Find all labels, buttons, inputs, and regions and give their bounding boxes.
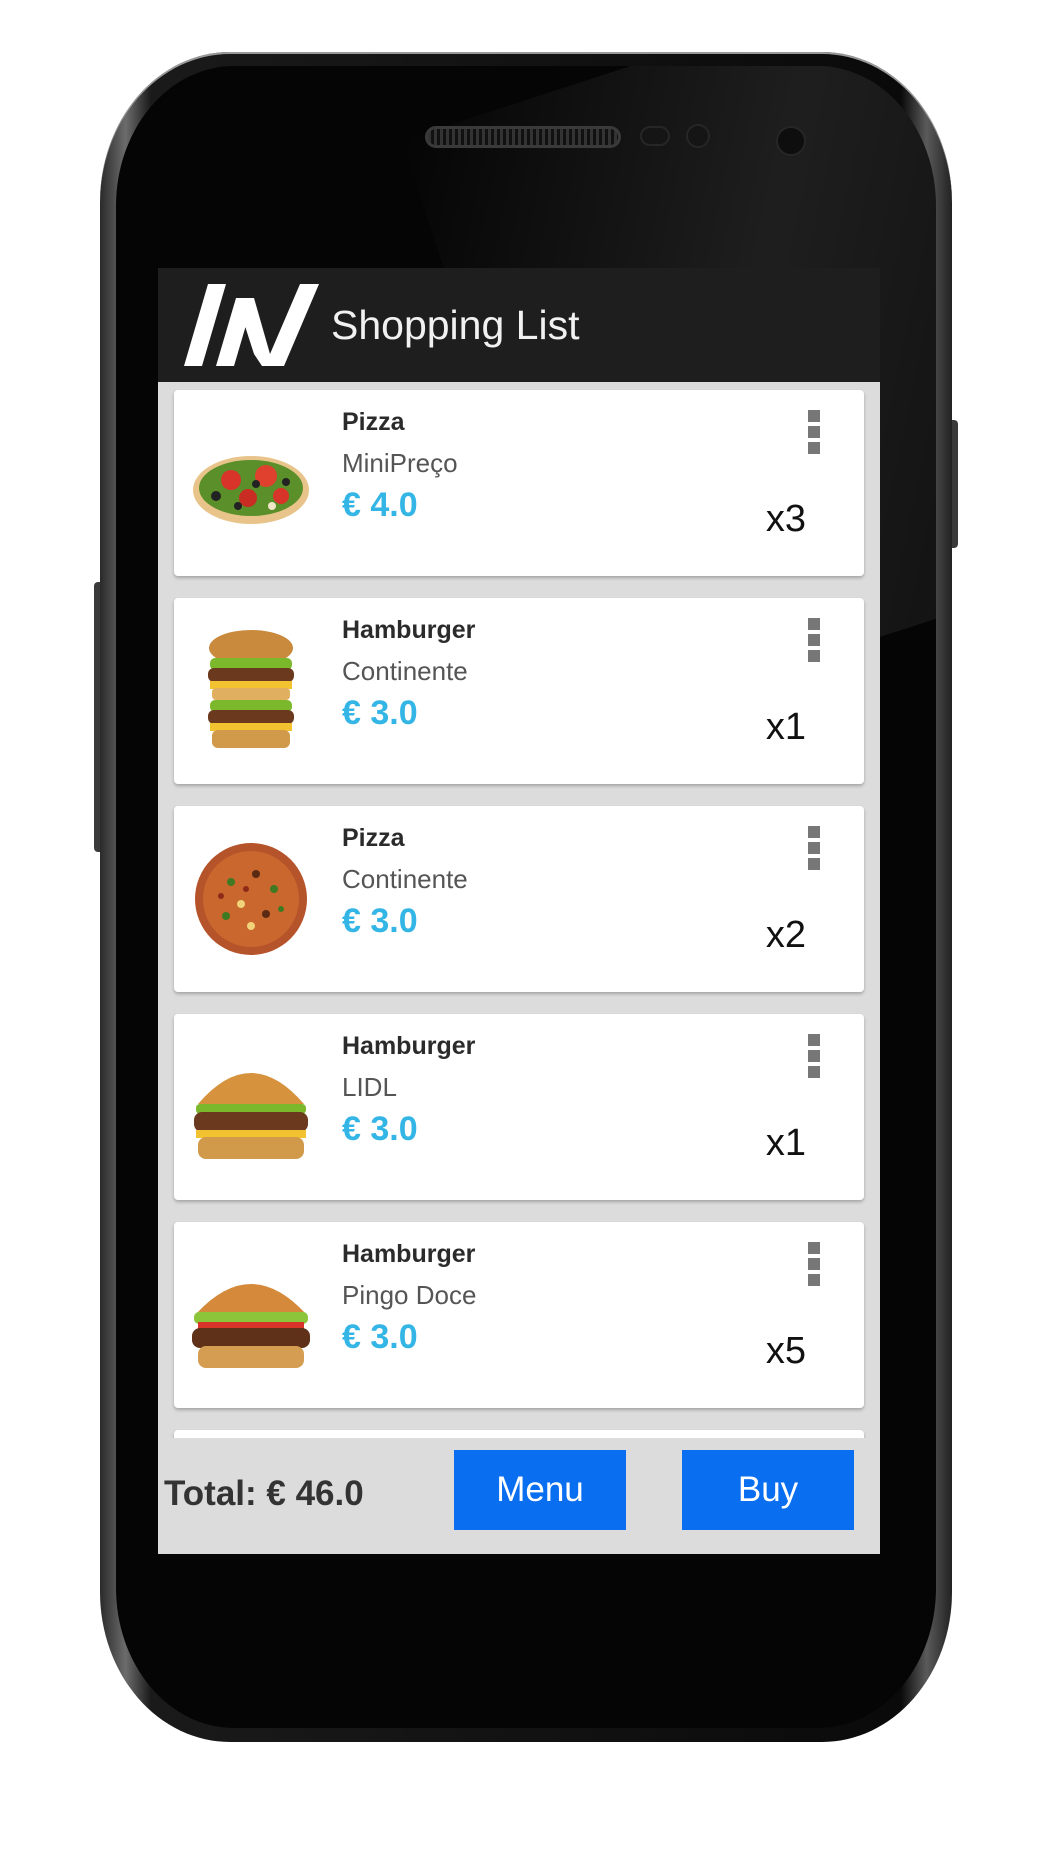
item-store: MiniPreço [342, 448, 458, 478]
item-store: LIDL [342, 1072, 397, 1102]
front-camera [776, 126, 806, 156]
burger-lettuce-image [192, 1284, 310, 1368]
app-logo-icon [184, 284, 319, 366]
overflow-menu-icon[interactable] [808, 1242, 822, 1292]
shopping-list[interactable]: Pizza MiniPreço € 4.0 x3 Hamburger Conti… [158, 382, 880, 1438]
item-price: € 3.0 [342, 902, 418, 940]
overflow-menu-icon[interactable] [808, 1034, 822, 1084]
overflow-menu-icon[interactable] [808, 618, 822, 668]
item-store: Continente [342, 864, 468, 894]
item-name: Hamburger [342, 616, 476, 644]
list-item[interactable]: Hamburger Continente € 3.0 x1 [174, 598, 864, 784]
item-quantity: x3 [765, 498, 806, 540]
app-title: Shopping List [331, 301, 580, 348]
list-item-partial[interactable] [174, 1430, 864, 1438]
action-bar: Shopping List [158, 268, 880, 382]
footer-bar: Total: € 46.0 Menu Buy [158, 1438, 880, 1554]
list-item[interactable]: Pizza Continente € 3.0 x2 [174, 806, 864, 992]
total-price: Total: € 46.0 [164, 1474, 364, 1513]
list-item[interactable]: Hamburger LIDL € 3.0 x1 [174, 1014, 864, 1200]
buy-button[interactable]: Buy [682, 1450, 854, 1530]
item-name: Hamburger [342, 1240, 476, 1268]
item-price: € 3.0 [342, 1318, 418, 1356]
pizza-image [195, 843, 307, 955]
list-item[interactable]: Pizza MiniPreço € 4.0 x3 [174, 390, 864, 576]
item-quantity: x1 [765, 1122, 806, 1164]
item-store: Pingo Doce [342, 1280, 477, 1310]
item-price: € 3.0 [342, 694, 418, 732]
overflow-menu-icon[interactable] [808, 410, 822, 460]
light-sensor [686, 124, 710, 148]
item-price: € 4.0 [342, 486, 418, 524]
list-item[interactable]: Hamburger Pingo Doce € 3.0 x5 [174, 1222, 864, 1408]
item-price: € 3.0 [342, 1110, 418, 1148]
overflow-menu-icon[interactable] [808, 826, 822, 876]
item-name: Pizza [342, 408, 405, 436]
proximity-sensor [640, 126, 670, 146]
item-name: Hamburger [342, 1032, 476, 1060]
item-quantity: x5 [765, 1330, 806, 1372]
burger-image [194, 1073, 308, 1159]
item-name: Pizza [342, 824, 405, 852]
double-burger-image [208, 630, 294, 748]
item-quantity: x1 [765, 706, 806, 748]
menu-button[interactable]: Menu [454, 1450, 626, 1530]
item-quantity: x2 [765, 914, 806, 956]
pizza-salad-image [193, 456, 309, 524]
app-screen: Shopping List Pizza MiniPreço € 4.0 x3 H… [158, 268, 880, 1554]
earpiece-speaker [425, 126, 621, 148]
item-store: Continente [342, 656, 468, 686]
